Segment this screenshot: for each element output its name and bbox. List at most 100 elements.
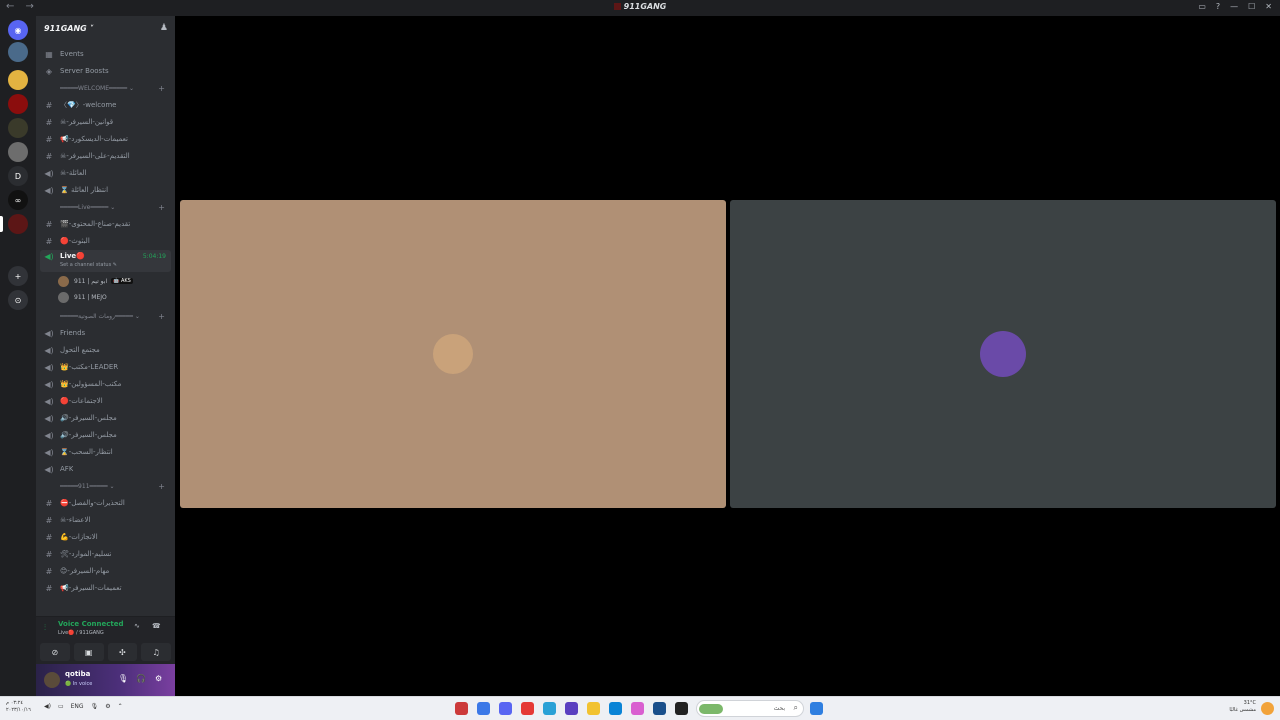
text-channel[interactable]: # ☠-التقديم-على-السيرفر bbox=[40, 148, 171, 164]
taskbar-app-icon[interactable] bbox=[675, 702, 688, 715]
taskbar-app-icon[interactable] bbox=[565, 702, 578, 715]
mic-tray-icon[interactable]: 🎙 bbox=[91, 703, 99, 710]
server-icon-server-3[interactable] bbox=[8, 94, 28, 114]
weather-icon[interactable] bbox=[1261, 702, 1274, 715]
guild-header[interactable]: 911GANG ˅ ♟ bbox=[36, 16, 175, 42]
participant-tile-2[interactable] bbox=[730, 200, 1276, 508]
add-channel-icon[interactable]: + bbox=[158, 482, 165, 491]
voice-channel[interactable]: ◀) 👑-مكتب-المسؤولين bbox=[40, 376, 171, 392]
text-channel[interactable]: # 🔴-البثوث bbox=[40, 233, 171, 249]
mic-icon[interactable]: 🎙 bbox=[118, 674, 128, 683]
server-icon-discover[interactable]: ⊙ bbox=[8, 290, 28, 310]
clock[interactable]: ٠٣:٢٤ م ٢٠٢٣/١٠/١٦ bbox=[6, 700, 31, 714]
text-channel[interactable]: # 📢-تعميمات-الديسكورد bbox=[40, 131, 171, 147]
activities-button[interactable]: ✣ bbox=[107, 643, 138, 661]
soundboard-button[interactable]: ♫ bbox=[141, 643, 171, 661]
text-channel[interactable]: # 📢-تعميمات-السيرفر bbox=[40, 580, 171, 596]
participant-tile-1[interactable] bbox=[180, 200, 726, 508]
volume-icon[interactable]: ◀) bbox=[44, 703, 51, 710]
taskbar-app-icon[interactable] bbox=[521, 702, 534, 715]
channel-category[interactable]: ━━━━━Live━━━━━ ⌄ + bbox=[40, 199, 171, 215]
live-timer: 5:04:19 bbox=[142, 253, 166, 260]
noise-suppression-icon[interactable]: ∿ bbox=[134, 622, 140, 630]
invite-icon[interactable]: ♟ bbox=[160, 23, 168, 33]
voice-channel[interactable]: ◀) مجتمع التحول bbox=[40, 342, 171, 358]
server-icon-server-2[interactable] bbox=[8, 70, 28, 90]
language-indicator[interactable]: ENG bbox=[71, 703, 84, 710]
voice-channel[interactable]: ◀) ⌛ انتظار العائلة bbox=[40, 182, 171, 198]
text-channel[interactable]: # 🎬-تقديم-صناع-المحتوى bbox=[40, 216, 171, 232]
channel-status[interactable]: Set a channel status ✎ bbox=[60, 262, 117, 268]
channel-category[interactable]: ━━━━━911━━━━━ ⌄ + bbox=[40, 478, 171, 494]
text-channel[interactable]: # 💪-الانجازات bbox=[40, 529, 171, 545]
text-channel[interactable]: # 😊-مهام-السيرفر bbox=[40, 563, 171, 579]
voice-channel[interactable]: ◀) Friends bbox=[40, 325, 171, 341]
chevron-up-icon[interactable]: ⌃ bbox=[118, 703, 123, 710]
voice-user[interactable]: 911 | ابو تيم 🤖 AKS bbox=[58, 274, 133, 288]
voice-channel[interactable]: ◀) AFK bbox=[40, 461, 171, 477]
settings-icon[interactable]: ⚙ bbox=[155, 674, 162, 683]
start-button[interactable] bbox=[810, 702, 823, 715]
voice-user[interactable]: 911 | MEJO bbox=[58, 290, 107, 304]
help-icon[interactable]: ? bbox=[1216, 2, 1220, 11]
text-channel[interactable]: # ⛔-التحذيرات-والفصل bbox=[40, 495, 171, 511]
display-icon[interactable]: ▭ bbox=[58, 703, 64, 710]
taskbar-app-icon[interactable] bbox=[455, 702, 468, 715]
taskbar-app-icon[interactable] bbox=[587, 702, 600, 715]
server-icon-server-d[interactable]: D bbox=[8, 166, 28, 186]
guild-name[interactable]: 911GANG ˅ bbox=[44, 24, 94, 33]
channel-label: 🔊-مجلس-السيرفر bbox=[60, 414, 117, 422]
add-channel-icon[interactable]: + bbox=[158, 203, 165, 212]
server-icon-server-1[interactable] bbox=[8, 42, 28, 62]
text-channel[interactable]: # ☠-قوانين-السيرفر bbox=[40, 114, 171, 130]
taskbar-app-icon[interactable] bbox=[543, 702, 556, 715]
voice-channel-path[interactable]: Live🔴 / 911GANG bbox=[58, 630, 104, 636]
taskbar-app-icon[interactable] bbox=[609, 702, 622, 715]
text-channel[interactable]: # 〈💎〉-welcome bbox=[40, 97, 171, 113]
text-channel[interactable]: # 🛠-تسليم-الموارد bbox=[40, 546, 171, 562]
weather-widget[interactable]: 31°C مشمس غالبًا bbox=[1229, 700, 1256, 714]
username[interactable]: qotiba bbox=[65, 670, 90, 678]
server-icon-add-server[interactable]: + bbox=[8, 266, 28, 286]
server-icon-server-5[interactable] bbox=[8, 142, 28, 162]
signal-icon[interactable]: ⫶ bbox=[44, 623, 46, 633]
inbox-icon[interactable]: ▭ bbox=[1198, 2, 1206, 11]
search-box[interactable]: بحث ⌕ bbox=[696, 700, 804, 717]
taskbar-app-icon[interactable] bbox=[631, 702, 644, 715]
server-icon-server-911gang[interactable] bbox=[8, 214, 28, 234]
server-icon-server-6[interactable]: ∞ bbox=[8, 190, 28, 210]
avatar[interactable] bbox=[44, 672, 60, 688]
voice-channel[interactable]: ◀) 🔊-مجلس-السيرفر bbox=[40, 410, 171, 426]
headset-icon[interactable]: 🎧 bbox=[136, 674, 146, 683]
voice-channel[interactable]: ◀) 👑-مكتب-LEADER bbox=[40, 359, 171, 375]
add-channel-icon[interactable]: + bbox=[158, 312, 165, 321]
server-icon-discord-home[interactable]: ◉ bbox=[8, 20, 28, 40]
close-button[interactable]: ✕ bbox=[1265, 2, 1272, 11]
voice-channel[interactable]: ◀) 🔴-الاجتماعات bbox=[40, 393, 171, 409]
speaker-icon: ◀) bbox=[44, 430, 54, 440]
speaker-icon: ◀) bbox=[44, 447, 54, 457]
taskbar-app-icon[interactable] bbox=[477, 702, 490, 715]
guild-nav-item[interactable]: ◈ Server Boosts bbox=[40, 63, 171, 79]
voice-channel[interactable]: ◀) Live🔴 5:04:19 Set a channel status ✎ bbox=[40, 250, 171, 272]
taskbar-app-icon[interactable] bbox=[499, 702, 512, 715]
guild-nav-item[interactable]: ▦ Events bbox=[40, 46, 171, 62]
channel-category[interactable]: ━━━━━WELCOME━━━━━ ⌄ + bbox=[40, 80, 171, 96]
voice-connected-title[interactable]: Voice Connected bbox=[58, 620, 124, 628]
taskbar-app-icon[interactable] bbox=[653, 702, 666, 715]
participant-avatar[interactable] bbox=[433, 334, 473, 374]
server-icon-server-4[interactable] bbox=[8, 118, 28, 138]
voice-channel[interactable]: ◀) ☠-العائلة bbox=[40, 165, 171, 181]
channel-category[interactable]: ━━━━━رومات الصوتية━━━━━ ⌄ + bbox=[40, 308, 171, 324]
disconnect-icon[interactable]: ☎ bbox=[152, 622, 161, 630]
settings-tray-icon[interactable]: ⚙ bbox=[105, 703, 110, 710]
voice-channel[interactable]: ◀) 🔊-مجلس-السيرفر bbox=[40, 427, 171, 443]
add-channel-icon[interactable]: + bbox=[158, 84, 165, 93]
voice-channel[interactable]: ◀) ⌛-انتظار-السحب bbox=[40, 444, 171, 460]
participant-avatar[interactable] bbox=[980, 331, 1026, 377]
text-channel[interactable]: # ☠-الاعضاء bbox=[40, 512, 171, 528]
camera-off-button[interactable]: ⊘ bbox=[40, 643, 70, 661]
screen-share-button[interactable]: ▣ bbox=[73, 643, 104, 661]
minimize-button[interactable]: — bbox=[1230, 2, 1238, 11]
maximize-button[interactable]: ☐ bbox=[1248, 2, 1255, 11]
